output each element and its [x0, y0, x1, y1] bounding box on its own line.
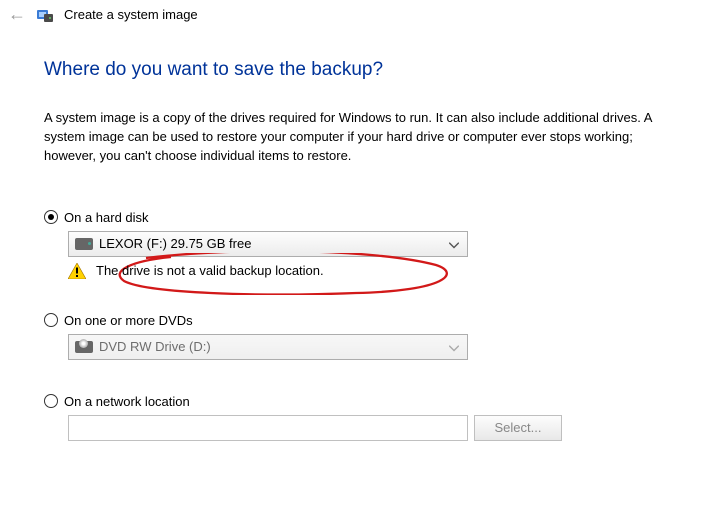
option-label-network[interactable]: On a network location — [64, 394, 190, 409]
chevron-down-icon — [449, 339, 459, 354]
dvd-selected: DVD RW Drive (D:) — [99, 339, 211, 354]
page-description: A system image is a copy of the drives r… — [44, 109, 658, 166]
dvd-icon — [75, 341, 93, 353]
warning-message: The drive is not a valid backup location… — [96, 263, 324, 278]
select-button[interactable]: Select... — [474, 415, 562, 441]
network-path-input[interactable] — [68, 415, 468, 441]
hdd-icon — [75, 238, 93, 250]
system-image-icon — [36, 6, 54, 24]
hard-disk-selected: LEXOR (F:) 29.75 GB free — [99, 236, 251, 251]
radio-dvd[interactable] — [44, 313, 58, 327]
hard-disk-dropdown[interactable]: LEXOR (F:) 29.75 GB free — [68, 231, 468, 257]
window-title: Create a system image — [64, 7, 198, 22]
option-label-dvd[interactable]: On one or more DVDs — [64, 313, 193, 328]
radio-hard-disk[interactable] — [44, 210, 58, 224]
warning-icon — [68, 263, 86, 279]
option-label-hard-disk[interactable]: On a hard disk — [64, 210, 149, 225]
dvd-dropdown[interactable]: DVD RW Drive (D:) — [68, 334, 468, 360]
chevron-down-icon — [449, 236, 459, 251]
page-heading: Where do you want to save the backup? — [44, 59, 658, 81]
back-icon[interactable]: ← — [8, 4, 26, 25]
radio-network[interactable] — [44, 394, 58, 408]
